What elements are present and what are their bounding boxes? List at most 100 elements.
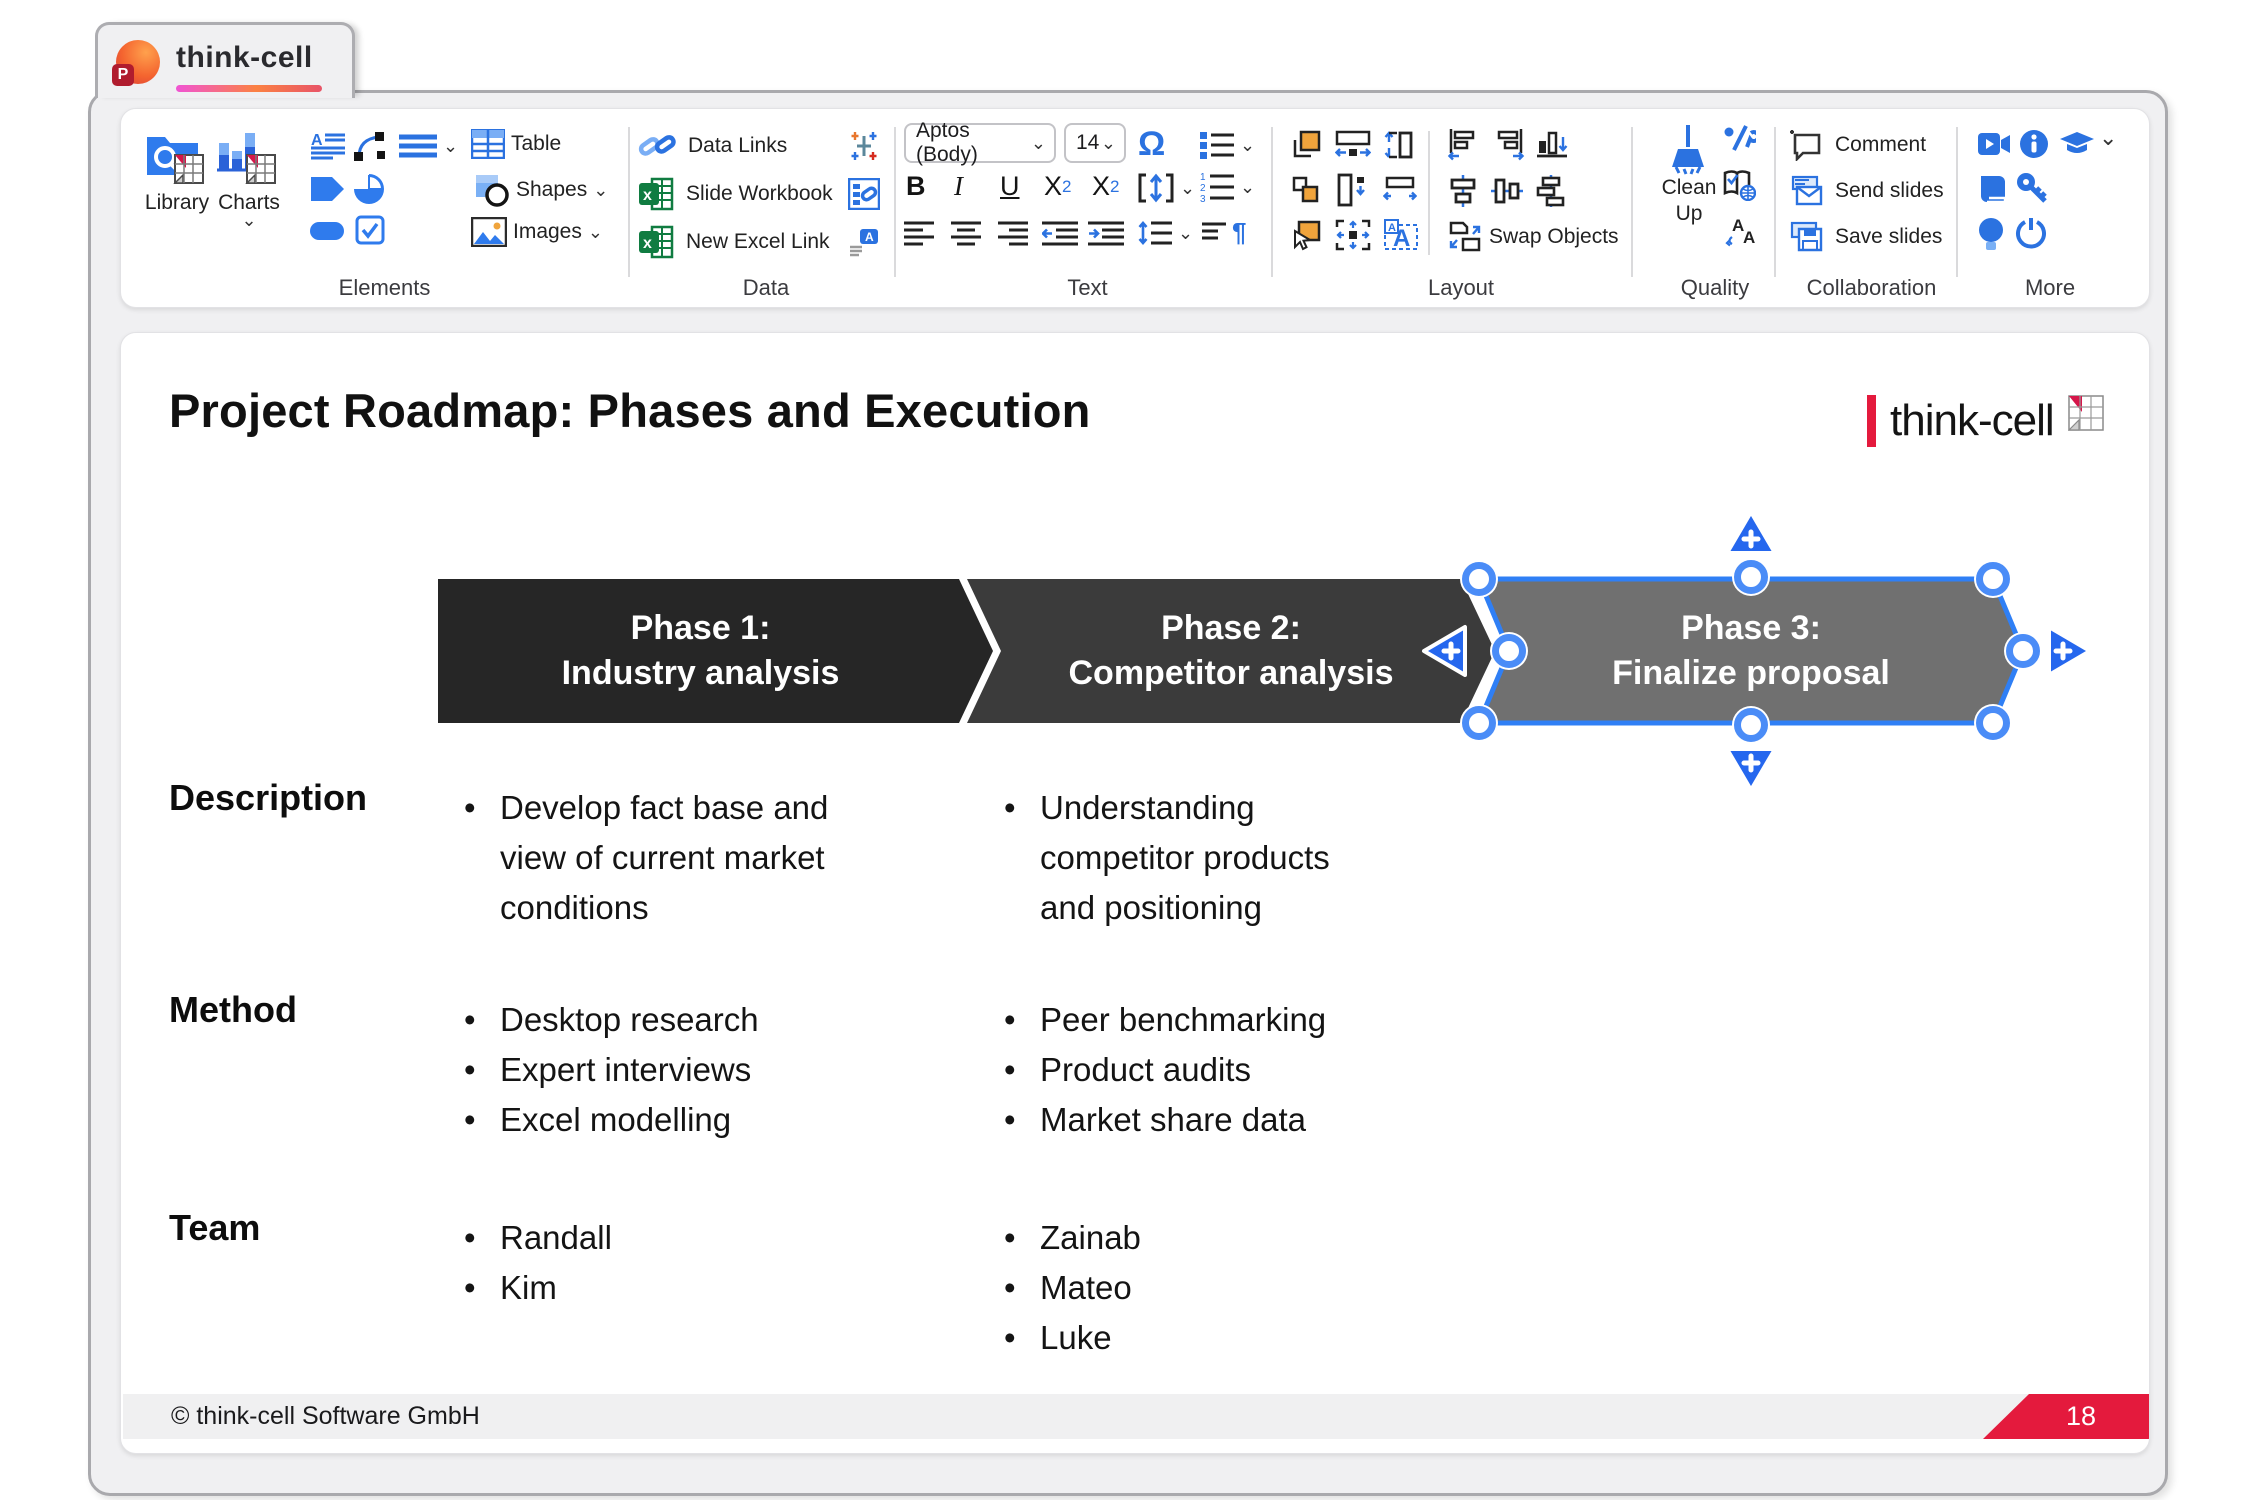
row-label-method: Method — [169, 989, 297, 1031]
save-slides-button[interactable]: Save slides — [1787, 221, 1956, 253]
more-dropdown-button[interactable]: ⌄ — [2099, 133, 2117, 143]
chevron-down-icon: ⌄ — [215, 215, 283, 225]
svg-text:1: 1 — [1200, 172, 1206, 183]
fit-height-button[interactable] — [1335, 173, 1371, 207]
shapes-button[interactable]: Shapes ⌄ — [474, 173, 608, 207]
team-col2-list[interactable]: ZainabMateoLuke — [996, 1213, 1516, 1363]
line-spacing-button[interactable]: ⌄ — [1138, 219, 1193, 247]
stretch-height-button[interactable] — [1383, 129, 1413, 161]
translate-button[interactable]: A A — [1724, 215, 1758, 247]
insert-above-button[interactable] — [1723, 508, 1779, 558]
method-col2-list[interactable]: Peer benchmarkingProduct auditsMarket sh… — [996, 995, 1516, 1145]
request-feature-button[interactable] — [1977, 217, 2005, 251]
underline-button[interactable]: U — [1000, 171, 1020, 202]
insert-below-button[interactable] — [1723, 744, 1779, 794]
autofit-button[interactable]: ⌄ — [1138, 173, 1195, 203]
align-bottom-button[interactable] — [1535, 129, 1569, 161]
swap-objects-button[interactable]: Swap Objects — [1447, 221, 1619, 253]
method-col1-list[interactable]: Desktop researchExpert interviewsExcel m… — [456, 995, 976, 1145]
svg-text:x: x — [643, 187, 652, 204]
description-col2-list[interactable]: Understanding competitor products and po… — [996, 783, 1386, 933]
superscript-button[interactable]: X2 — [1092, 171, 1119, 202]
about-button[interactable] — [2019, 129, 2049, 159]
description-col1-list[interactable]: Develop fact base and view of current ma… — [456, 783, 876, 933]
align-right-edges-button[interactable] — [1491, 129, 1525, 161]
center-horizontally-button[interactable] — [1491, 175, 1523, 207]
font-name-select[interactable]: Aptos (Body) ⌄ — [904, 123, 1056, 163]
deactivate-button[interactable] — [2015, 217, 2047, 249]
clean-up-button[interactable] — [1666, 123, 1710, 175]
autofit-icon — [1138, 173, 1174, 203]
paragraph-marks-button[interactable]: ¶ — [1202, 217, 1246, 248]
bold-button[interactable]: B — [906, 171, 926, 202]
align-left-button[interactable] — [904, 221, 934, 247]
chevron-down-icon: ⌄ — [1101, 138, 1116, 148]
selection-handle-bottom-center[interactable] — [1734, 708, 1768, 742]
freeform-pen-button[interactable] — [353, 129, 387, 163]
think-cell-tab[interactable]: P think-cell — [95, 22, 355, 98]
selection-handle-mid-left[interactable] — [1492, 634, 1526, 668]
selection-handle-top-right[interactable] — [1976, 562, 2010, 596]
distribute-button[interactable] — [1535, 175, 1567, 207]
phase-3-chevron-selected[interactable]: Phase 3: Finalize proposal — [1473, 573, 2029, 729]
align-left-edges-button[interactable] — [1447, 129, 1481, 161]
insert-right-button[interactable] — [2044, 623, 2094, 679]
charts-button[interactable]: Charts ⌄ — [215, 125, 283, 225]
proofing-button[interactable] — [1722, 169, 1756, 201]
text-box-button[interactable]: A — [311, 131, 345, 161]
round-numbers-button[interactable] — [1724, 125, 1756, 151]
tutorials-button[interactable] — [1977, 131, 2011, 157]
bullet-list-button[interactable]: ⌄ — [1200, 131, 1255, 159]
comment-button[interactable]: Comment — [1787, 129, 1956, 161]
pentagon-button[interactable] — [311, 175, 345, 203]
increase-indent-button[interactable] — [1088, 221, 1124, 247]
selection-handle-top-left[interactable] — [1462, 562, 1496, 596]
checkbox-button[interactable] — [355, 215, 385, 245]
slide-workbook-button[interactable]: x Slide Workbook — [638, 177, 894, 211]
slide-title[interactable]: Project Roadmap: Phases and Execution — [169, 383, 1091, 438]
select-objects-button[interactable] — [1291, 219, 1325, 251]
italic-button[interactable]: I — [954, 171, 963, 202]
pie-chart-button[interactable] — [353, 173, 385, 205]
agenda-button[interactable]: ⌄ — [399, 133, 458, 159]
data-links-button[interactable]: Data Links — [638, 129, 894, 163]
send-behind-button[interactable] — [1291, 129, 1325, 161]
library-button[interactable]: Library — [143, 125, 211, 215]
images-button[interactable]: Images ⌄ — [471, 217, 603, 247]
align-right-button[interactable] — [998, 221, 1028, 247]
send-slides-button[interactable]: Send slides — [1787, 175, 1956, 207]
increase-indent-icon — [1088, 221, 1124, 247]
new-excel-link-button[interactable]: x New Excel Link A — [638, 225, 894, 259]
license-key-button[interactable] — [2015, 171, 2049, 205]
rounded-rectangle-button[interactable] — [309, 221, 345, 241]
subscript-button[interactable]: X2 — [1044, 171, 1071, 202]
position-button[interactable] — [1335, 219, 1371, 251]
team-col1-list[interactable]: RandallKim — [456, 1213, 976, 1313]
special-character-button[interactable]: Ω — [1138, 125, 1165, 164]
table-button[interactable]: Table — [471, 129, 561, 159]
phase-1-chevron[interactable]: Phase 1: Industry analysis — [438, 579, 993, 723]
center-vertically-button[interactable] — [1447, 175, 1479, 207]
same-size-button[interactable] — [1291, 175, 1325, 207]
numbered-list-button[interactable]: 1 2 3 ⌄ — [1200, 171, 1255, 203]
fit-width-button[interactable] — [1383, 175, 1417, 205]
stretch-width-button[interactable] — [1335, 129, 1371, 161]
text-autofit-button[interactable]: A A — [1383, 219, 1419, 251]
manual-button[interactable] — [1977, 173, 2009, 205]
selection-handle-mid-right[interactable] — [2006, 634, 2040, 668]
align-center-button[interactable] — [951, 221, 981, 247]
selection-handle-bottom-left[interactable] — [1462, 706, 1496, 740]
chevron-down-icon: ⌄ — [443, 141, 458, 151]
phase-2-chevron[interactable]: Phase 2: Competitor analysis — [967, 579, 1495, 723]
bullet-item: Peer benchmarking — [996, 995, 1516, 1045]
training-button[interactable] — [2059, 131, 2095, 157]
info-icon — [2019, 129, 2049, 159]
font-size-select[interactable]: 14 ⌄ — [1064, 123, 1126, 163]
book-icon — [1977, 173, 2009, 205]
ribbon-group-elements: Library Charts ⌄ — [141, 109, 628, 307]
decrease-indent-button[interactable] — [1042, 221, 1078, 247]
selection-handle-top-center[interactable] — [1734, 560, 1768, 594]
link-icon — [638, 129, 676, 163]
insert-left-button[interactable] — [1420, 623, 1470, 679]
selection-handle-bottom-right[interactable] — [1976, 706, 2010, 740]
